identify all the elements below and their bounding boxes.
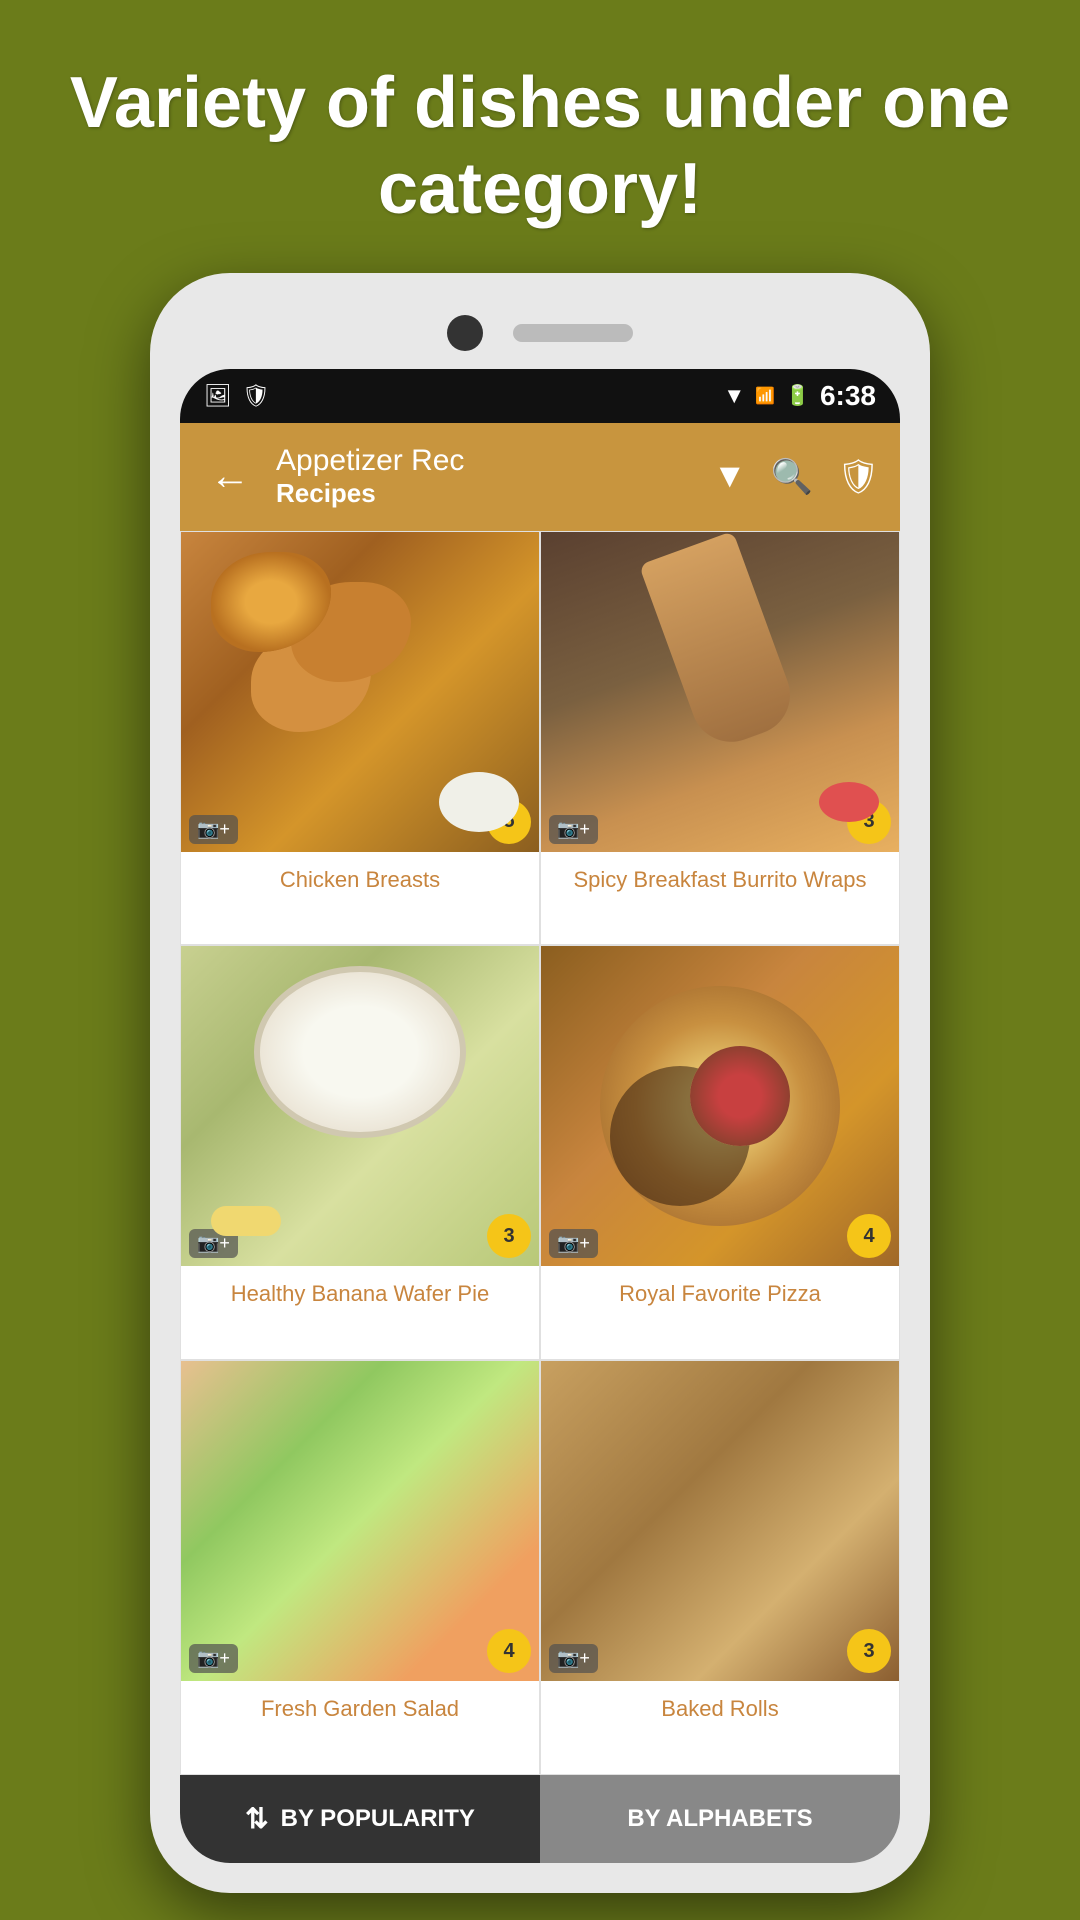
sort-icon: ⇅: [245, 1802, 268, 1835]
recipe-add-button[interactable]: 📷+: [189, 815, 238, 844]
recipe-name-spicy-breakfast-burrito: Spicy Breakfast Burrito Wraps: [541, 852, 899, 909]
status-right-icons: ▼ 📶 🔋 6:38: [723, 380, 876, 412]
recipe-rating-badge: 3: [847, 1629, 891, 1673]
shield-icon: 🛡: [242, 383, 270, 409]
recipe-add-overlay: 📷+: [549, 1229, 598, 1258]
sort-by-alphabets-button[interactable]: BY ALPHABETS: [540, 1775, 900, 1863]
phone-speaker: [513, 324, 633, 342]
recipe-add-button[interactable]: 📷+: [189, 1229, 238, 1258]
sort-by-popularity-button[interactable]: ⇅ BY POPULARITY: [180, 1775, 540, 1863]
page-title: Variety of dishes under one category!: [40, 60, 1040, 233]
recipe-add-overlay: 📷+: [189, 1644, 238, 1673]
recipe-name-salad-dish: Fresh Garden Salad: [181, 1681, 539, 1738]
recipe-rating-badge: 3: [487, 1214, 531, 1258]
recipe-card-chicken-breasts[interactable]: 📷+ 5 Chicken Breasts: [180, 531, 540, 946]
recipe-rating-badge: 4: [487, 1629, 531, 1673]
recipe-image-healthy-banana-wafer-pie: 📷+ 3: [181, 946, 539, 1266]
app-bar-title-group: Appetizer Rec Recipes: [276, 444, 697, 509]
recipe-name-chicken-breasts: Chicken Breasts: [181, 852, 539, 909]
wifi-icon: ▼: [723, 383, 745, 409]
phone-frame: 🖼 🛡 ▼ 📶 🔋 6:38 ← Appetizer Rec Recipes ▼…: [150, 273, 930, 1893]
recipe-image-rolls-dish: 📷+ 3: [541, 1361, 899, 1681]
recipe-image-spicy-breakfast-burrito: 📷+ 3: [541, 532, 899, 852]
recipe-card-salad-dish[interactable]: 📷+ 4 Fresh Garden Salad: [180, 1360, 540, 1775]
recipe-name-healthy-banana-wafer-pie: Healthy Banana Wafer Pie: [181, 1266, 539, 1323]
recipe-add-button[interactable]: 📷+: [549, 1644, 598, 1673]
phone-notch: [180, 303, 900, 363]
recipe-card-spicy-breakfast-burrito[interactable]: 📷+ 3 Spicy Breakfast Burrito Wraps: [540, 531, 900, 946]
recipe-rating-badge: 5: [487, 800, 531, 844]
image-icon: 🖼: [204, 383, 232, 409]
filter-icon[interactable]: ▼: [713, 457, 747, 496]
status-time: 6:38: [820, 380, 876, 412]
sort-popularity-label: BY POPULARITY: [281, 1805, 475, 1833]
back-button[interactable]: ←: [200, 444, 260, 509]
bottom-bar: ⇅ BY POPULARITY BY ALPHABETS: [180, 1775, 900, 1863]
recipe-name-rolls-dish: Baked Rolls: [541, 1681, 899, 1738]
phone-screen: 🖼 🛡 ▼ 📶 🔋 6:38 ← Appetizer Rec Recipes ▼…: [180, 369, 900, 1863]
recipe-add-overlay: 📷+: [189, 815, 238, 844]
profile-icon[interactable]: 🛡: [837, 457, 880, 497]
page-header: Variety of dishes under one category!: [0, 0, 1080, 273]
recipe-rating-badge: 4: [847, 1214, 891, 1258]
recipe-image-salad-dish: 📷+ 4: [181, 1361, 539, 1681]
status-bar: 🖼 🛡 ▼ 📶 🔋 6:38: [180, 369, 900, 423]
app-bar-title: Appetizer Rec: [276, 444, 697, 478]
recipe-add-button[interactable]: 📷+: [549, 815, 598, 844]
recipe-name-royal-favorite-pizza: Royal Favorite Pizza: [541, 1266, 899, 1323]
recipe-add-button[interactable]: 📷+: [549, 1229, 598, 1258]
sort-alphabets-label: BY ALPHABETS: [627, 1805, 812, 1833]
recipe-add-button[interactable]: 📷+: [189, 1644, 238, 1673]
recipe-add-overlay: 📷+: [549, 815, 598, 844]
battery-icon: 🔋: [785, 383, 810, 408]
recipe-card-rolls-dish[interactable]: 📷+ 3 Baked Rolls: [540, 1360, 900, 1775]
recipe-card-royal-favorite-pizza[interactable]: 📷+ 4 Royal Favorite Pizza: [540, 945, 900, 1360]
recipe-rating-badge: 3: [847, 800, 891, 844]
search-icon[interactable]: 🔍: [770, 457, 812, 497]
app-bar-actions: ▼ 🔍 🛡: [713, 457, 880, 497]
signal-icon: 📶: [755, 386, 775, 406]
recipe-card-healthy-banana-wafer-pie[interactable]: 📷+ 3 Healthy Banana Wafer Pie: [180, 945, 540, 1360]
app-bar-subtitle: Recipes: [276, 478, 697, 509]
recipe-grid: 📷+ 5 Chicken Breasts 📷+ 3 Spicy Breakfast Bur…: [180, 531, 900, 1775]
status-left-icons: 🖼 🛡: [204, 383, 270, 409]
recipe-image-chicken-breasts: 📷+ 5: [181, 532, 539, 852]
recipe-add-overlay: 📷+: [189, 1229, 238, 1258]
recipe-add-overlay: 📷+: [549, 1644, 598, 1673]
app-bar: ← Appetizer Rec Recipes ▼ 🔍 🛡: [180, 423, 900, 531]
recipe-image-royal-favorite-pizza: 📷+ 4: [541, 946, 899, 1266]
phone-camera: [447, 315, 483, 351]
